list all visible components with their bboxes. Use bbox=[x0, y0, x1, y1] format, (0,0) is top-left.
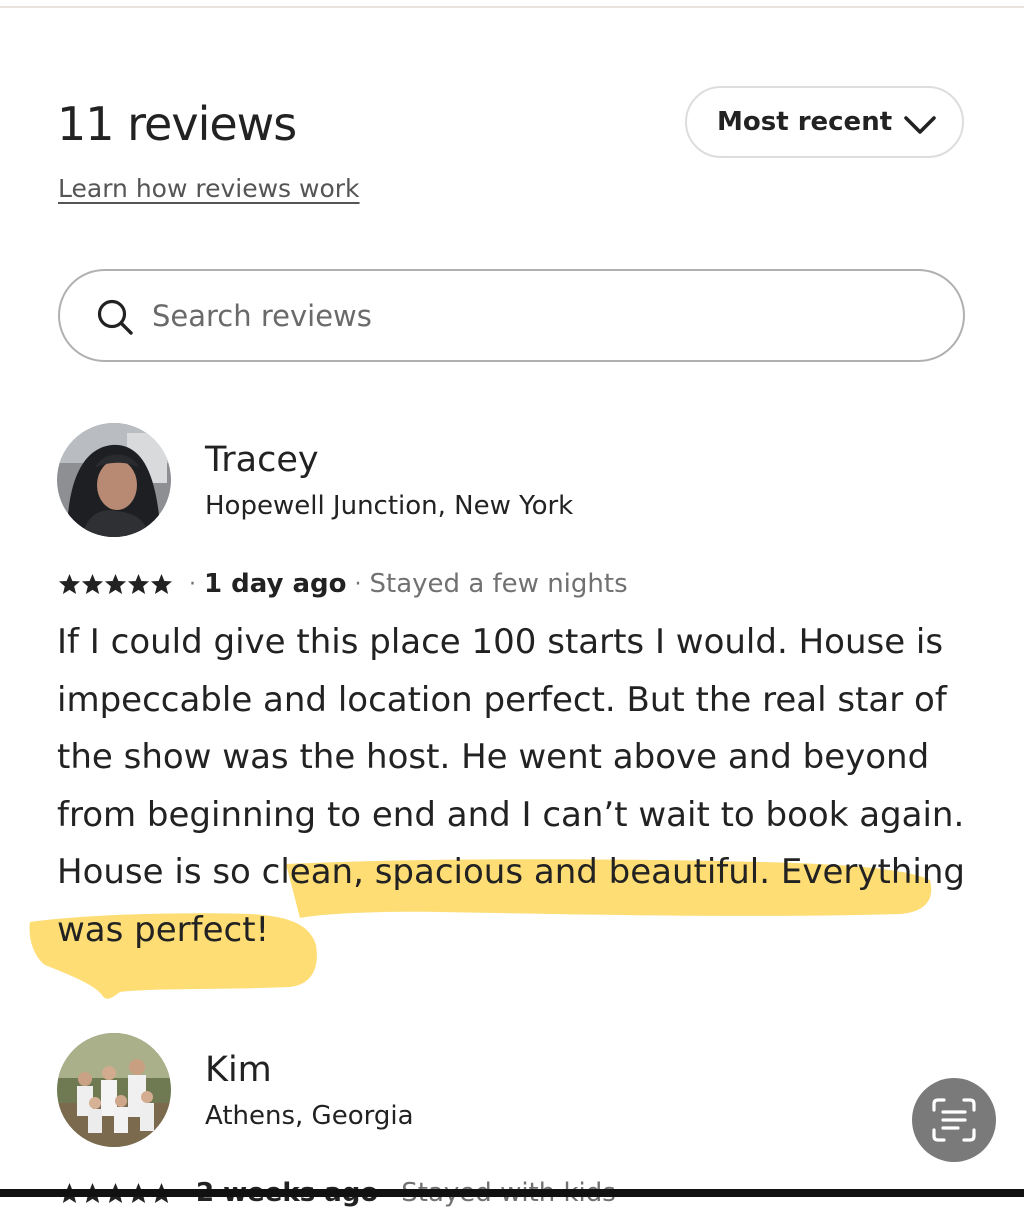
reviewer-location: Athens, Georgia bbox=[205, 1101, 414, 1131]
search-reviews-input[interactable] bbox=[152, 291, 932, 341]
review-text: If I could give this place 100 starts I … bbox=[57, 614, 967, 959]
reviewer-avatar-tracey[interactable] bbox=[57, 423, 171, 537]
reviewer-name[interactable]: Tracey bbox=[205, 438, 319, 482]
star-icon bbox=[81, 573, 104, 595]
avatar-photo bbox=[57, 423, 171, 537]
review-date: 1 day ago bbox=[204, 569, 347, 599]
meta-separator: · bbox=[354, 571, 362, 597]
reviews-count-title: 11 reviews bbox=[57, 97, 297, 151]
sort-dropdown-button[interactable]: Most recent bbox=[685, 86, 964, 158]
meta-separator: · bbox=[189, 571, 196, 597]
scan-text-button[interactable] bbox=[912, 1078, 996, 1162]
learn-how-reviews-work-link[interactable]: Learn how reviews work bbox=[58, 173, 360, 205]
star-icon bbox=[58, 573, 81, 595]
search-reviews-box[interactable] bbox=[58, 269, 965, 362]
stay-type: Stayed a few nights bbox=[369, 569, 628, 599]
review-text-highlighted: ouse is so clean, spacious and beautiful… bbox=[57, 852, 965, 950]
reviewer-avatar-kim[interactable] bbox=[57, 1033, 171, 1147]
top-divider bbox=[0, 6, 1024, 8]
star-rating bbox=[58, 573, 173, 595]
reviewer-name[interactable]: Kim bbox=[205, 1048, 272, 1092]
scan-text-icon bbox=[932, 1098, 976, 1142]
search-icon bbox=[97, 299, 133, 335]
reviewer-location: Hopewell Junction, New York bbox=[205, 491, 574, 521]
chevron-down-icon bbox=[904, 116, 936, 134]
avatar-photo bbox=[57, 1033, 171, 1147]
star-icon bbox=[150, 573, 173, 595]
sort-selected-label: Most recent bbox=[717, 107, 893, 137]
star-icon bbox=[104, 573, 127, 595]
review-meta-row: · 1 day ago · Stayed a few nights bbox=[58, 566, 628, 602]
star-icon bbox=[127, 573, 150, 595]
bottom-edge-bar bbox=[0, 1189, 1024, 1197]
